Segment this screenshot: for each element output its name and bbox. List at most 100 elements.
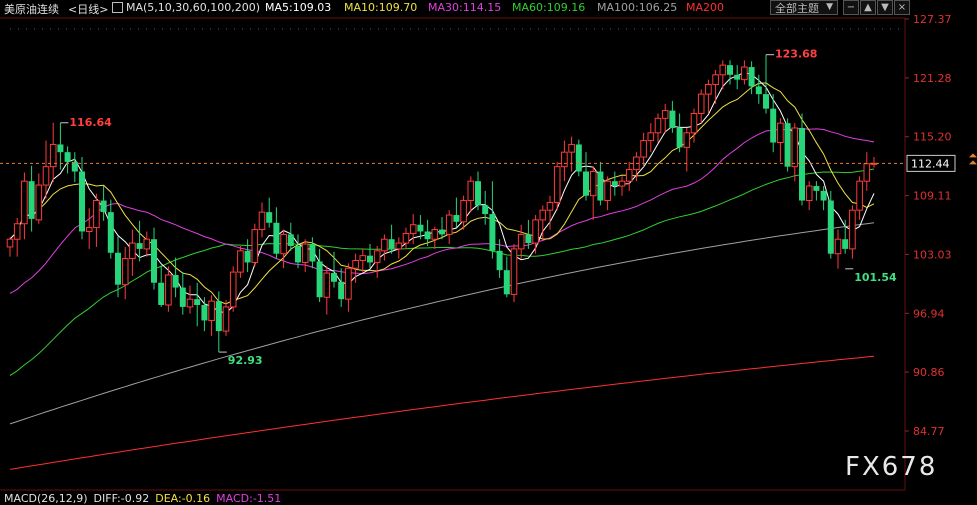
candle-body	[381, 238, 388, 252]
candle-body	[136, 243, 143, 249]
ma30-value: MA30:114.15	[428, 1, 502, 14]
candle-body	[510, 248, 518, 295]
candle-body	[402, 232, 410, 244]
macd-dea: DEA:-0.16	[155, 492, 211, 505]
candle-body	[201, 304, 208, 321]
y-tick-label: 96.94	[913, 307, 945, 320]
theme-select[interactable]: 全部主题 ▼	[770, 0, 838, 15]
candle-body	[791, 127, 799, 168]
candle-body	[647, 132, 655, 142]
candle-body	[705, 83, 712, 95]
candle-body	[820, 190, 827, 201]
candle-body	[64, 152, 71, 162]
candle-body	[309, 244, 316, 262]
ma10-value: MA10:109.70	[344, 1, 418, 14]
candle-body	[813, 186, 820, 191]
candle-body	[834, 238, 842, 255]
candle-body	[359, 255, 367, 261]
ma60-value: MA60:109.16	[512, 1, 586, 14]
candle-body	[842, 239, 849, 249]
candle-body	[539, 209, 547, 221]
candle-body	[863, 163, 871, 182]
candle-body	[115, 252, 121, 285]
candle-body	[604, 180, 611, 202]
annotation-label: 92.93	[228, 354, 263, 367]
candle-body	[561, 151, 568, 168]
candle-body	[640, 140, 647, 158]
candle-body	[186, 298, 194, 308]
candle-body	[805, 185, 813, 202]
candle-body	[583, 171, 589, 196]
candle-body	[553, 166, 561, 203]
candle-body	[690, 112, 698, 134]
candle-body	[431, 229, 439, 240]
ma200-line	[9, 355, 875, 470]
annotation-label: 123.68	[775, 48, 817, 61]
ma5-value: MA5:109.03	[265, 1, 332, 14]
candle-body	[770, 108, 777, 143]
candle-body	[179, 287, 186, 307]
candle-body	[424, 231, 431, 240]
close-button[interactable]: ×	[894, 0, 910, 15]
candle-body	[143, 238, 151, 250]
candle-body	[301, 243, 309, 263]
candlestick-chart[interactable]: 127.37121.28115.20109.11103.0396.9490.86…	[0, 0, 977, 503]
candle-body	[107, 212, 114, 253]
candle-body	[158, 282, 165, 305]
candle-body	[525, 234, 532, 244]
period-label[interactable]: <日线>	[68, 1, 108, 17]
candle-body	[417, 224, 424, 232]
macd-header: MACD(26,12,9) DIFF:-0.92 DEA:-0.16 MACD:-1.…	[0, 492, 287, 505]
candle-body	[755, 86, 762, 95]
candle-body	[489, 214, 496, 251]
candle-body	[367, 255, 373, 263]
ma200-value: MA200	[686, 1, 725, 14]
candle-body	[439, 229, 445, 235]
candle-body	[208, 300, 215, 321]
candle-body	[57, 144, 64, 153]
candle-body	[625, 169, 633, 182]
instrument-title[interactable]: 美原油连续	[4, 1, 59, 17]
candle-body	[172, 275, 179, 288]
candle-body	[763, 94, 769, 109]
candle-body	[373, 250, 381, 263]
candle-body	[611, 181, 618, 187]
ma100-value: MA100:106.25	[597, 1, 678, 14]
candle-body	[338, 281, 345, 300]
ma-settings-icon[interactable]	[112, 2, 123, 13]
candle-body	[727, 65, 733, 75]
candle-body	[35, 184, 43, 221]
candle-body	[251, 229, 259, 263]
candle-body	[741, 66, 748, 81]
candle-body	[129, 242, 136, 260]
candle-body	[316, 261, 323, 298]
candle-body	[661, 110, 669, 119]
candle-body	[575, 144, 582, 172]
candle-body	[712, 74, 719, 85]
candle-body	[568, 143, 575, 153]
candle-body	[503, 270, 510, 295]
candle-body	[654, 117, 662, 134]
candle-body	[597, 171, 604, 201]
candle-body	[222, 306, 230, 332]
ma-label: MA(5,10,30,60,100,200)	[126, 1, 261, 14]
candle-body	[258, 211, 266, 231]
candle-body	[856, 180, 863, 211]
candle-body	[784, 123, 791, 167]
candle-body	[229, 271, 237, 308]
candle-body	[331, 273, 337, 282]
candle-body	[799, 127, 805, 201]
candle-body	[194, 299, 201, 305]
candle-body	[482, 205, 489, 215]
scroll-up-button[interactable]: ▲	[860, 0, 876, 15]
minimize-button[interactable]: −	[843, 0, 859, 15]
candle-body	[280, 233, 287, 255]
scroll-down-button[interactable]: ▼	[877, 0, 893, 15]
candle-body	[734, 74, 741, 80]
y-tick-label: 84.77	[913, 425, 945, 438]
candle-body	[618, 180, 626, 187]
candle-body	[21, 180, 28, 225]
candle-body	[273, 222, 280, 254]
candle-body	[532, 219, 539, 244]
candle-body	[237, 250, 244, 273]
